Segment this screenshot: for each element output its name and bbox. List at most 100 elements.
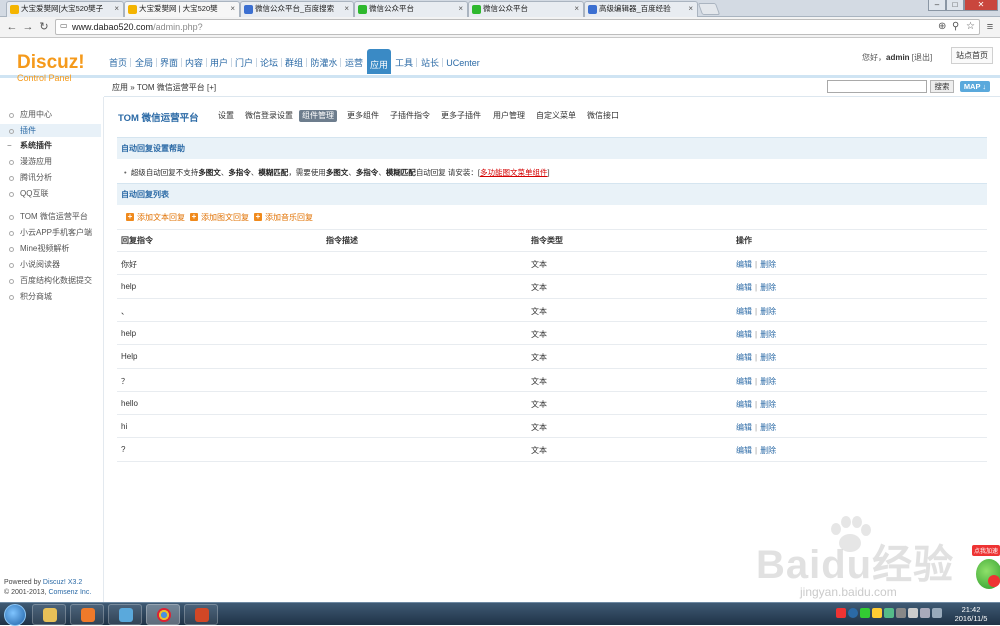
search-button[interactable]: 搜索 — [930, 80, 954, 93]
delete-link[interactable]: 删除 — [760, 330, 776, 339]
maximize-button[interactable]: □ — [946, 0, 964, 11]
top-nav-1[interactable]: 全局 — [133, 55, 155, 72]
new-tab-button[interactable] — [697, 3, 721, 15]
tab-5[interactable]: 更多子插件 — [441, 110, 481, 122]
top-nav-8[interactable]: 防灌水 — [309, 55, 339, 72]
top-nav-13[interactable]: UCenter — [443, 55, 483, 72]
delete-link[interactable]: 删除 — [760, 446, 776, 455]
zoom-icon[interactable]: ⊕ — [938, 21, 946, 32]
browser-tab[interactable]: 微信公众平台_百度搜索 × — [240, 1, 354, 17]
tab-7[interactable]: 自定义菜单 — [536, 110, 576, 122]
edit-link[interactable]: 编辑 — [736, 330, 752, 339]
tray-volume-icon[interactable] — [920, 608, 930, 618]
taskbar-clock[interactable]: 21:42 2016/11/5 — [950, 605, 992, 623]
tray-network-icon[interactable] — [896, 608, 906, 618]
edit-link[interactable]: 编辑 — [736, 353, 752, 362]
start-button[interactable] — [4, 604, 26, 626]
map-button[interactable]: MAP ↓ — [960, 81, 990, 92]
add-text-reply-link[interactable]: 添加文本回复 — [126, 212, 185, 223]
tray-flag-icon[interactable] — [908, 608, 918, 618]
top-nav-10[interactable]: 应用 — [367, 49, 391, 74]
top-nav-11[interactable]: 工具 — [393, 55, 415, 72]
tab-close-icon[interactable]: × — [230, 2, 235, 16]
tray-help-icon[interactable] — [848, 608, 858, 618]
sidebar-item[interactable]: QQ互联 — [0, 187, 101, 200]
top-nav-0[interactable]: 首页 — [107, 55, 129, 72]
top-nav-12[interactable]: 站长 — [419, 55, 441, 72]
top-nav-7[interactable]: 群组 — [283, 55, 305, 72]
browser-tab[interactable]: 微信公众平台 × — [354, 1, 468, 17]
logout-link[interactable]: [退出] — [912, 53, 932, 62]
browser-tab[interactable]: 大宝爱樊网 | 大宝520樊 × — [124, 1, 240, 17]
tray-display-icon[interactable] — [932, 608, 942, 618]
tab-3[interactable]: 更多组件 — [347, 110, 379, 122]
close-window-button[interactable]: ✕ — [964, 0, 998, 11]
reload-icon[interactable]: ↻ — [37, 20, 51, 34]
edit-link[interactable]: 编辑 — [736, 423, 752, 432]
key-icon[interactable]: ⚲ — [952, 21, 959, 32]
multi-graphic-menu-link[interactable]: 多功能图文菜单组件 — [480, 168, 548, 177]
tab-4[interactable]: 子插件指令 — [390, 110, 430, 122]
tab-0[interactable]: 设置 — [218, 110, 234, 122]
sidebar-item[interactable]: 漫游应用 — [0, 155, 101, 168]
edit-link[interactable]: 编辑 — [736, 446, 752, 455]
taskbar-powerpoint[interactable] — [184, 604, 218, 625]
tray-security-icon[interactable] — [884, 608, 894, 618]
tab-6[interactable]: 用户管理 — [493, 110, 525, 122]
browser-tab[interactable]: 高级编辑器_百度经验 × — [584, 1, 698, 17]
sidebar-item[interactable]: 应用中心 — [0, 108, 101, 121]
add-music-reply-link[interactable]: 添加音乐回复 — [254, 212, 313, 223]
edit-link[interactable]: 编辑 — [736, 400, 752, 409]
top-nav-4[interactable]: 用户 — [208, 55, 230, 72]
tab-close-icon[interactable]: × — [574, 2, 579, 16]
sidebar-group-system-plugins[interactable]: 系统插件 — [0, 139, 101, 152]
delete-link[interactable]: 删除 — [760, 307, 776, 316]
edit-link[interactable]: 编辑 — [736, 260, 752, 269]
sidebar-item[interactable]: 小云APP手机客户端 — [0, 226, 101, 239]
sidebar-item[interactable]: 腾讯分析 — [0, 171, 101, 184]
back-icon[interactable]: ← — [5, 20, 19, 34]
bookmark-star-icon[interactable]: ☆ — [966, 21, 975, 32]
edit-link[interactable]: 编辑 — [736, 377, 752, 386]
tab-8[interactable]: 微信接口 — [587, 110, 619, 122]
delete-link[interactable]: 删除 — [760, 423, 776, 432]
delete-link[interactable]: 删除 — [760, 283, 776, 292]
edit-link[interactable]: 编辑 — [736, 307, 752, 316]
sidebar-item[interactable]: 小说阅读器 — [0, 258, 101, 271]
tray-qq-icon[interactable] — [872, 608, 882, 618]
top-nav-2[interactable]: 界面 — [158, 55, 180, 72]
admin-search-input[interactable] — [827, 80, 927, 93]
taskbar-app[interactable] — [108, 604, 142, 625]
site-home-button[interactable]: 站点首页 — [951, 47, 993, 64]
tab-1[interactable]: 微信登录设置 — [245, 110, 293, 122]
taskbar-media[interactable] — [70, 604, 104, 625]
sidebar-item[interactable]: 积分商城 — [0, 290, 101, 303]
tray-app-icon[interactable] — [860, 608, 870, 618]
edit-link[interactable]: 编辑 — [736, 283, 752, 292]
top-nav-6[interactable]: 论坛 — [258, 55, 280, 72]
delete-link[interactable]: 删除 — [760, 260, 776, 269]
sidebar-item[interactable]: 插件 — [0, 124, 101, 137]
top-nav-3[interactable]: 内容 — [183, 55, 205, 72]
address-bar[interactable]: ▭ www.dabao520.com/admin.php? ⊕ ⚲ ☆ — [55, 19, 980, 35]
taskbar-explorer[interactable] — [32, 604, 66, 625]
speed-up-widget[interactable]: 点我加速 — [966, 545, 1000, 597]
sidebar-item[interactable]: TOM 微信运营平台 — [0, 210, 101, 223]
delete-link[interactable]: 删除 — [760, 353, 776, 362]
tab-2[interactable]: 组件管理 — [299, 110, 337, 122]
browser-tab[interactable]: 大宝爱樊网[大宝520樊子 × — [6, 1, 124, 17]
discuz-logo[interactable]: Discuz! — [17, 52, 85, 74]
tab-close-icon[interactable]: × — [688, 2, 693, 16]
delete-link[interactable]: 删除 — [760, 377, 776, 386]
menu-icon[interactable]: ≡ — [983, 20, 997, 34]
taskbar-chrome[interactable] — [146, 604, 180, 625]
tab-close-icon[interactable]: × — [458, 2, 463, 16]
add-news-reply-link[interactable]: 添加图文回复 — [190, 212, 249, 223]
browser-tab[interactable]: 微信公众平台 × — [468, 1, 584, 17]
forward-icon[interactable]: → — [21, 20, 35, 34]
tab-close-icon[interactable]: × — [114, 2, 119, 16]
top-nav-5[interactable]: 门户 — [233, 55, 255, 72]
sidebar-item[interactable]: 百度结构化数据提交 — [0, 274, 101, 287]
sidebar-item[interactable]: Mine视频解析 — [0, 242, 101, 255]
tray-s-icon[interactable] — [836, 608, 846, 618]
